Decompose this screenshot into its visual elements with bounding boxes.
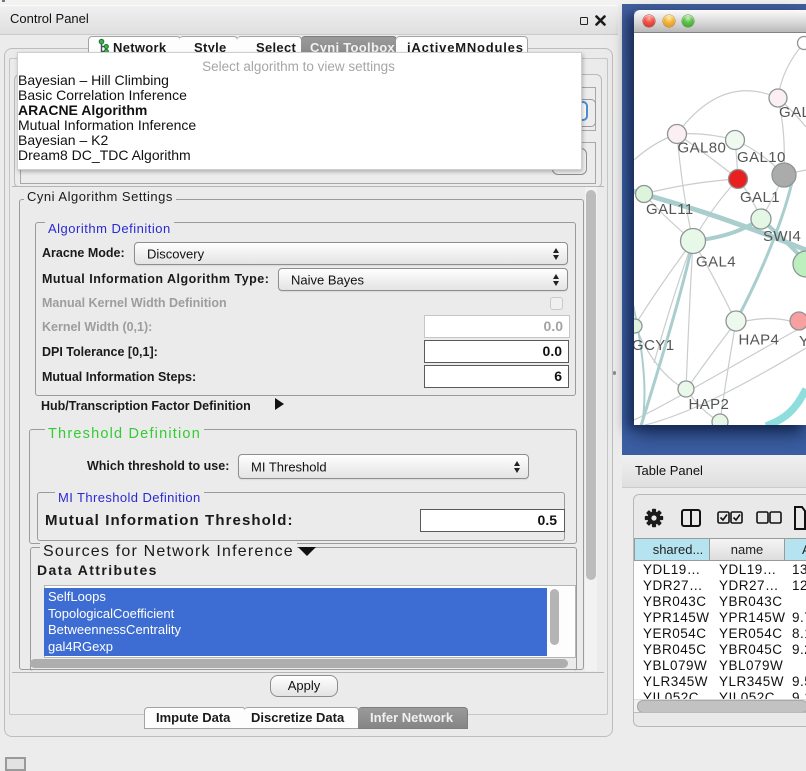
svg-text:SWI4: SWI4: [763, 228, 801, 245]
svg-text:GAL4: GAL4: [696, 254, 736, 271]
svg-text:Y: Y: [799, 333, 806, 350]
svg-text:GAL80: GAL80: [678, 140, 727, 157]
svg-text:GAL11: GAL11: [646, 201, 694, 218]
svg-text:HAP2: HAP2: [689, 396, 730, 413]
svg-text:GAL1: GAL1: [740, 189, 780, 206]
svg-text:GAL: GAL: [779, 104, 806, 121]
svg-text:GCY1: GCY1: [634, 337, 674, 354]
svg-text:HAP4: HAP4: [739, 332, 780, 349]
svg-text:GAL10: GAL10: [737, 149, 786, 166]
